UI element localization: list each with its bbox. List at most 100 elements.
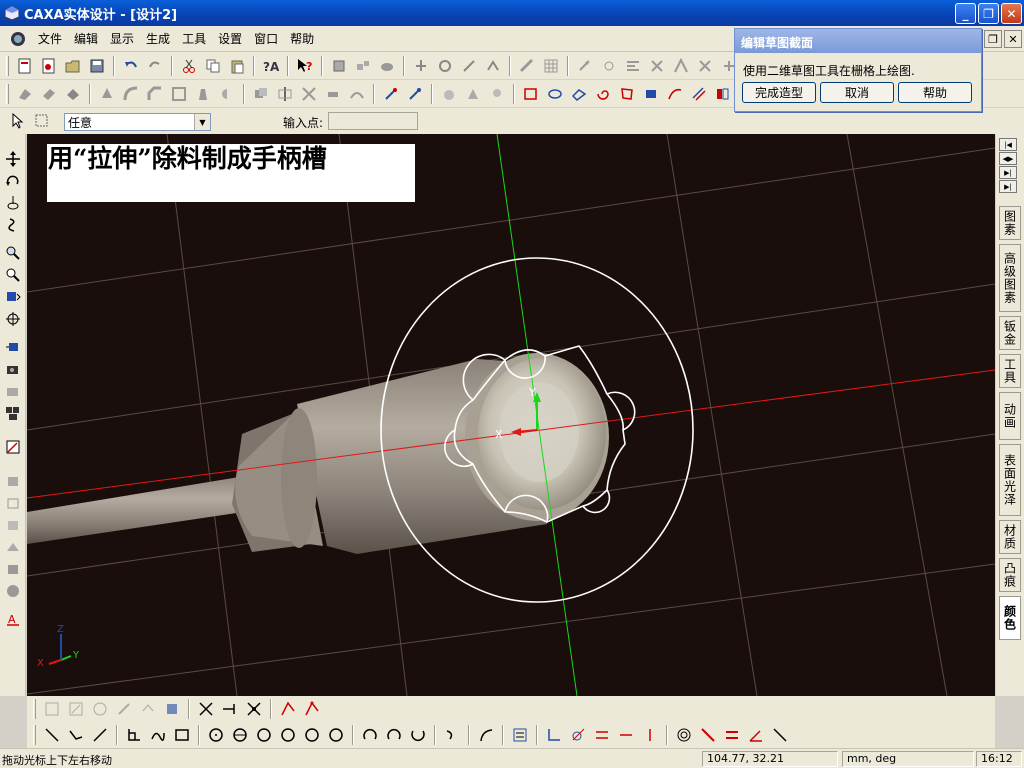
panel-next-icon[interactable]: ▶| — [999, 166, 1017, 179]
paint-icon[interactable] — [405, 84, 425, 104]
split-icon[interactable] — [275, 84, 295, 104]
sphere-icon[interactable] — [3, 582, 23, 600]
rectangle-icon[interactable] — [172, 725, 192, 745]
loft-icon[interactable] — [97, 84, 117, 104]
menu-tools[interactable]: 工具 — [176, 30, 212, 47]
section-icon[interactable] — [217, 84, 237, 104]
dynamic-zoom-icon[interactable] — [3, 194, 23, 212]
perpendicular-line-icon[interactable] — [124, 725, 144, 745]
perpendicular-constraint-icon[interactable] — [544, 725, 564, 745]
revolve-icon[interactable] — [39, 84, 59, 104]
selection-filter-dropdown[interactable]: 任意 ▼ — [64, 113, 211, 131]
ellipse-sketch-icon[interactable] — [545, 84, 565, 104]
equal-length-constraint-icon[interactable] — [722, 725, 742, 745]
line-icon[interactable] — [42, 725, 62, 745]
angle-constraint-icon[interactable] — [746, 725, 766, 745]
more-tools-icon[interactable] — [713, 84, 733, 104]
tangent-arc-icon[interactable] — [408, 725, 428, 745]
views-icon[interactable] — [3, 404, 23, 422]
shell-icon[interactable] — [169, 84, 189, 104]
shaded-1-icon[interactable] — [3, 472, 23, 490]
spline-icon[interactable] — [148, 725, 168, 745]
rotate-tool-icon[interactable] — [435, 56, 455, 76]
tab-elements[interactable]: 图素 — [999, 206, 1021, 240]
mdi-close-button[interactable]: ✕ — [1004, 30, 1022, 48]
move-tool-icon[interactable] — [411, 56, 431, 76]
shaded-2-icon[interactable] — [3, 494, 23, 512]
tangent-constraint-icon[interactable] — [568, 725, 588, 745]
copy-icon[interactable] — [203, 56, 223, 76]
panel-prev-icon[interactable]: ◀▶ — [999, 152, 1017, 165]
arc-icon[interactable] — [360, 725, 380, 745]
find-icon[interactable]: ?A — [261, 56, 281, 76]
mdi-restore-button[interactable]: ❐ — [984, 30, 1002, 48]
draft-icon[interactable] — [193, 84, 213, 104]
shaded-5-icon[interactable] — [3, 560, 23, 578]
component-icon[interactable] — [377, 56, 397, 76]
help-button[interactable]: 帮助 — [898, 82, 972, 103]
sketch-fillet-icon[interactable] — [278, 699, 298, 719]
zoom-window-icon[interactable] — [3, 266, 23, 284]
horizontal-constraint-icon[interactable] — [616, 725, 636, 745]
measure-icon[interactable] — [517, 56, 537, 76]
menu-file[interactable]: 文件 — [32, 30, 68, 47]
tab-tools[interactable]: 工具 — [999, 354, 1021, 388]
camera-target-icon[interactable] — [3, 338, 23, 356]
menu-edit[interactable]: 编辑 — [68, 30, 104, 47]
cut-icon[interactable] — [179, 56, 199, 76]
thicken-icon[interactable] — [323, 84, 343, 104]
menu-help[interactable]: 帮助 — [284, 30, 320, 47]
new-drawing-icon[interactable] — [39, 56, 59, 76]
tangent-line-icon[interactable] — [90, 725, 110, 745]
offset-curve-icon[interactable] — [442, 725, 462, 745]
box-section-icon[interactable] — [641, 84, 661, 104]
minimize-button[interactable]: _ — [955, 3, 976, 24]
sketch-project-icon[interactable] — [162, 699, 182, 719]
scene-canvas[interactable]: Y X X Y Z — [27, 134, 995, 696]
chamfer-icon[interactable] — [145, 84, 165, 104]
undo-icon[interactable] — [121, 56, 141, 76]
rotate-view-icon[interactable] — [3, 216, 23, 234]
dimension-constraint-icon[interactable] — [770, 725, 790, 745]
tab-color[interactable]: 颜色 — [999, 596, 1021, 640]
camera-disabled-icon[interactable] — [3, 382, 23, 400]
disassemble-icon[interactable] — [353, 56, 373, 76]
tab-surface-finish[interactable]: 表面光泽 — [999, 444, 1021, 516]
tab-animation[interactable]: 动画 — [999, 392, 1021, 440]
construction-arc-icon[interactable] — [476, 725, 496, 745]
panel-first-icon[interactable]: |◀ — [999, 138, 1017, 151]
align-icon[interactable] — [623, 56, 643, 76]
attach-icon[interactable] — [695, 56, 715, 76]
redo-icon[interactable] — [145, 56, 165, 76]
restore-button[interactable]: ❐ — [978, 3, 999, 24]
camera-icon[interactable] — [3, 360, 23, 378]
chevron-down-icon[interactable]: ▼ — [194, 114, 210, 130]
save-icon[interactable] — [87, 56, 107, 76]
offset-icon[interactable] — [689, 84, 709, 104]
sketch-chamfer-icon[interactable] — [302, 699, 322, 719]
coincident-constraint-icon[interactable] — [698, 725, 718, 745]
fit-view-icon[interactable] — [3, 288, 23, 306]
smart-snap-icon[interactable] — [575, 56, 595, 76]
shaded-4-icon[interactable] — [3, 538, 23, 556]
context-help-icon[interactable]: ? — [295, 56, 315, 76]
sketch-scale-icon[interactable] — [90, 699, 110, 719]
polyline-icon[interactable] — [66, 725, 86, 745]
spacing-icon[interactable] — [647, 56, 667, 76]
view-direction-icon[interactable] — [3, 310, 23, 328]
shaded-3-icon[interactable] — [3, 516, 23, 534]
sketch-move-icon[interactable] — [42, 699, 62, 719]
light-icon[interactable] — [487, 84, 507, 104]
three-point-arc-icon[interactable] — [384, 725, 404, 745]
dimension-icon[interactable]: A — [3, 610, 23, 628]
orbit-icon[interactable] — [3, 172, 23, 190]
sketch-split-icon[interactable] — [244, 699, 264, 719]
tab-advanced-elements[interactable]: 高级图素 — [999, 244, 1021, 312]
dropper-icon[interactable] — [381, 84, 401, 104]
triball-icon[interactable] — [599, 56, 619, 76]
assembly-icon[interactable] — [329, 56, 349, 76]
extrude-icon[interactable] — [15, 84, 35, 104]
pattern-icon[interactable] — [671, 56, 691, 76]
3d-viewport[interactable]: Y X X Y Z — [27, 134, 995, 696]
tab-sheet-metal[interactable]: 钣金 — [999, 316, 1021, 350]
